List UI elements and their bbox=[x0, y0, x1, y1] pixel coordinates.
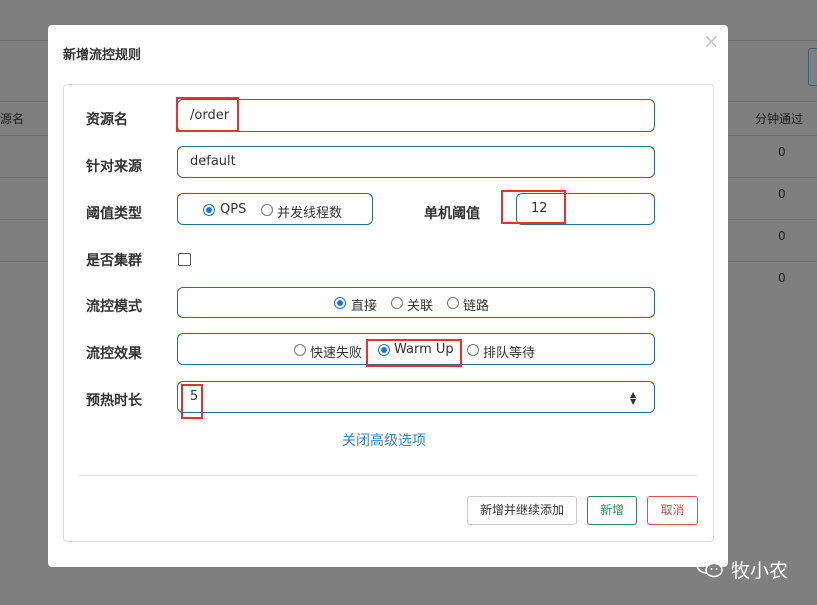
bg-col-resource-name: 源名 bbox=[0, 112, 25, 126]
limit-app-input[interactable]: default bbox=[177, 146, 655, 178]
toggle-advanced-link[interactable]: 关闭高级选项 bbox=[342, 430, 426, 450]
chain-label: 链路 bbox=[463, 299, 490, 314]
dialog-title: 新增流控规则 bbox=[63, 48, 142, 63]
queue-wait-radio[interactable] bbox=[467, 344, 479, 356]
flow-effect-label: 流控效果 bbox=[86, 346, 142, 362]
bg-cell: 0 bbox=[778, 187, 786, 201]
bg-cell: 0 bbox=[778, 271, 786, 285]
resource-name-input[interactable]: /order bbox=[177, 99, 655, 132]
queue-wait-label: 排队等待 bbox=[483, 346, 536, 361]
flow-mode-group: 直接 关联 链路 bbox=[177, 287, 655, 318]
warmup-period-label: 预热时长 bbox=[86, 393, 142, 409]
thread-count-radio[interactable] bbox=[261, 204, 273, 216]
thread-count-label: 并发线程数 bbox=[277, 206, 343, 221]
flow-mode-label: 流控模式 bbox=[86, 299, 142, 315]
direct-radio[interactable] bbox=[334, 297, 346, 309]
highlight-box bbox=[501, 190, 566, 224]
chain-radio[interactable] bbox=[447, 297, 459, 309]
threshold-type-group: QPS 并发线程数 bbox=[177, 193, 373, 225]
bg-col-pass-per-min: 分钟通过 bbox=[755, 112, 804, 126]
relate-radio[interactable] bbox=[391, 297, 403, 309]
warmup-period-input[interactable]: 5 ▲ ▼ bbox=[177, 381, 655, 413]
cluster-checkbox[interactable] bbox=[178, 253, 191, 266]
bg-button bbox=[808, 48, 817, 86]
highlight-box bbox=[176, 97, 239, 132]
cluster-label: 是否集群 bbox=[86, 253, 142, 269]
watermark-text: 牧小农 bbox=[731, 560, 789, 582]
relate-label: 关联 bbox=[407, 299, 434, 314]
limit-app-value: default bbox=[190, 154, 236, 169]
qps-label: QPS bbox=[220, 202, 247, 217]
add-flow-rule-dialog: 新增流控规则 × 资源名 /order 针对来源 default 阈值类型 QP… bbox=[48, 25, 728, 567]
qps-radio[interactable] bbox=[203, 204, 215, 216]
fast-fail-radio[interactable] bbox=[294, 344, 306, 356]
direct-label: 直接 bbox=[351, 299, 378, 314]
cancel-button[interactable]: 取消 bbox=[647, 496, 698, 525]
add-and-continue-button[interactable]: 新增并继续添加 bbox=[467, 496, 577, 525]
threshold-type-label: 阈值类型 bbox=[86, 206, 142, 222]
limit-app-label: 针对来源 bbox=[86, 159, 142, 175]
form-panel: 资源名 /order 针对来源 default 阈值类型 QPS 并发线程数 单… bbox=[63, 84, 714, 542]
bg-cell: 0 bbox=[778, 229, 786, 243]
fast-fail-label: 快速失败 bbox=[310, 346, 363, 361]
resource-name-label: 资源名 bbox=[86, 112, 128, 128]
highlight-box bbox=[181, 384, 203, 419]
highlight-box bbox=[366, 339, 462, 367]
footer-divider bbox=[79, 475, 697, 476]
add-button[interactable]: 新增 bbox=[587, 496, 637, 525]
single-threshold-label: 单机阈值 bbox=[424, 206, 480, 222]
wechat-icon bbox=[696, 556, 723, 578]
close-icon[interactable]: × bbox=[703, 31, 720, 51]
spinner-icon[interactable]: ▲ ▼ bbox=[630, 391, 636, 406]
bg-cell: 0 bbox=[778, 145, 786, 159]
